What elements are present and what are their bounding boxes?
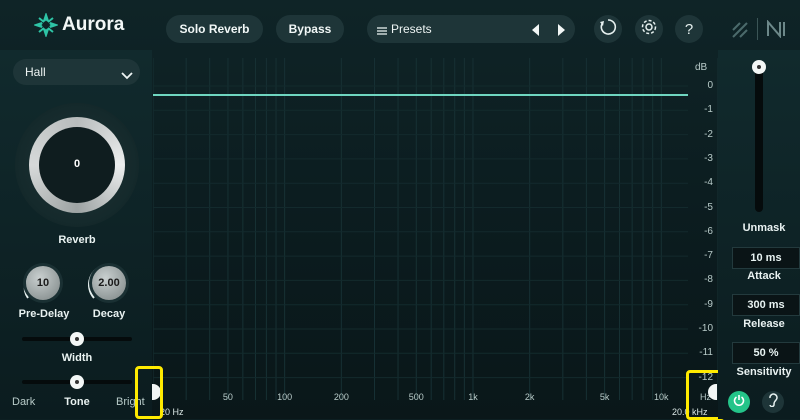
width-label: Width: [52, 352, 102, 364]
sensitivity-label: Sensitivity: [724, 366, 800, 378]
predelay-value: 10: [37, 277, 49, 289]
aurora-logo-icon: [34, 13, 58, 37]
decay-label: Decay: [84, 308, 134, 320]
freq-tick-label: 10k: [654, 392, 669, 402]
low-freq-highlight: [135, 366, 163, 419]
db-tick-label: -7: [683, 250, 713, 261]
ni-logo-icon: [766, 20, 786, 38]
settings-button[interactable]: [635, 15, 663, 43]
db-tick-label: -6: [683, 226, 713, 237]
refresh-icon: [599, 18, 617, 41]
db-tick-label: -9: [683, 299, 713, 310]
release-label: Release: [724, 318, 800, 330]
bypass-button[interactable]: Bypass: [276, 15, 344, 43]
unmask-slider-track[interactable]: [755, 64, 763, 212]
izotope-logo-icon: [730, 20, 750, 40]
refresh-button[interactable]: [594, 15, 622, 43]
attack-value-field[interactable]: 10 ms: [732, 247, 800, 269]
db-tick-label: -11: [683, 347, 713, 358]
db-tick-label: -1: [683, 104, 713, 115]
width-slider-thumb[interactable]: [70, 332, 84, 346]
freq-tick-label: 100: [277, 392, 292, 402]
reverb-knob[interactable]: 0: [15, 103, 139, 227]
release-value-field[interactable]: 300 ms: [732, 294, 800, 316]
power-button[interactable]: [728, 391, 750, 413]
freq-tick-label: 500: [409, 392, 424, 402]
db-tick-label: -2: [683, 129, 713, 140]
gear-icon: [640, 18, 658, 41]
divider: [757, 18, 758, 40]
reverb-knob-value: 0: [15, 158, 139, 170]
app-title: Aurora: [62, 14, 124, 36]
freq-tick-label: 200: [334, 392, 349, 402]
freq-tick-label: 50: [223, 392, 233, 402]
reverb-label: Reverb: [40, 234, 114, 246]
help-icon: ?: [685, 21, 693, 38]
db-tick-label: 0: [683, 80, 713, 91]
sensitivity-value-field[interactable]: 50 %: [732, 342, 800, 364]
ear-icon: [767, 393, 779, 412]
presets-label: Presets: [391, 22, 432, 36]
graph-grid: [153, 58, 718, 400]
predelay-label: Pre-Delay: [14, 308, 74, 320]
decay-value: 2.00: [98, 277, 119, 289]
unmask-label: Unmask: [724, 222, 800, 234]
db-tick-label: -3: [683, 153, 713, 164]
next-arrow-icon[interactable]: [556, 23, 566, 35]
reverb-type-value: Hall: [25, 65, 46, 79]
tone-label: Tone: [57, 396, 97, 408]
spectrum-graph[interactable]: [153, 58, 718, 400]
attack-label: Attack: [724, 270, 800, 282]
power-icon: [733, 393, 745, 411]
freq-tick-label: 5k: [600, 392, 610, 402]
db-unit-label: dB: [695, 62, 707, 73]
db-tick-label: -8: [683, 274, 713, 285]
tone-slider-thumb[interactable]: [70, 375, 84, 389]
reverb-type-select[interactable]: Hall: [13, 59, 140, 85]
solo-reverb-button[interactable]: Solo Reverb: [166, 15, 263, 43]
unmask-slider-thumb[interactable]: [752, 60, 766, 74]
freq-tick-label: 2k: [525, 392, 535, 402]
tone-dark-label: Dark: [12, 396, 35, 408]
db-tick-label: -4: [683, 177, 713, 188]
freq-tick-label: 1k: [468, 392, 478, 402]
db-tick-label: -10: [683, 323, 713, 334]
presets-bar[interactable]: Presets: [367, 15, 575, 43]
predelay-knob[interactable]: 10: [26, 266, 60, 300]
db-tick-label: -5: [683, 202, 713, 213]
help-button[interactable]: ?: [675, 15, 703, 43]
list-icon: [377, 23, 387, 33]
prev-arrow-icon[interactable]: [531, 23, 541, 35]
low-freq-label: 20 Hz: [160, 407, 184, 417]
listen-button[interactable]: [762, 391, 784, 413]
decay-knob[interactable]: 2.00: [92, 266, 126, 300]
chevron-down-icon: [121, 67, 133, 85]
